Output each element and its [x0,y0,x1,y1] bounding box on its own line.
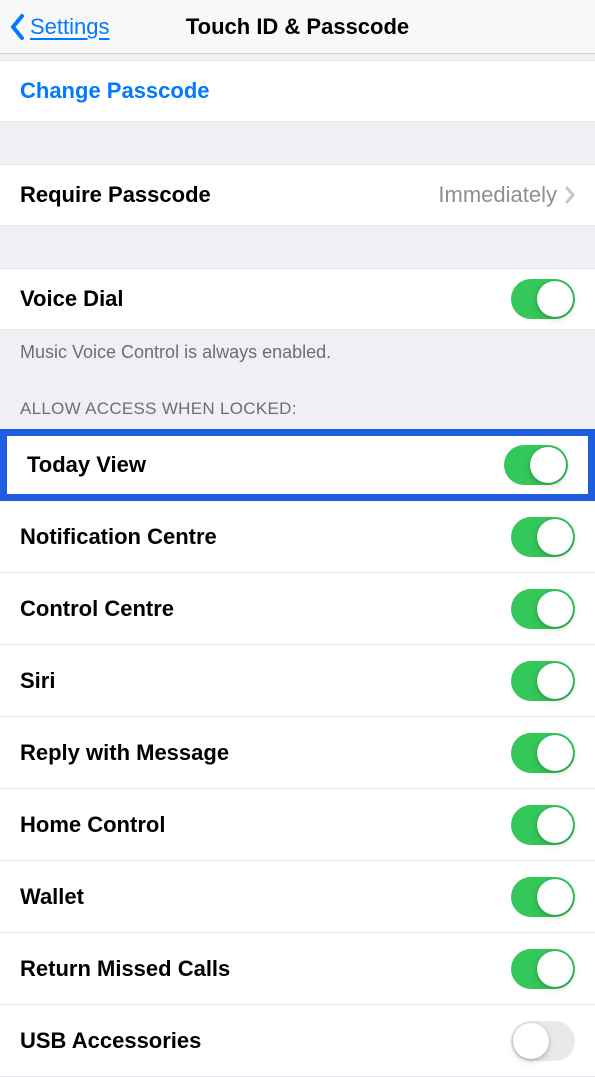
siri-toggle[interactable] [511,661,575,701]
voice-dial-row: Voice Dial [0,268,595,330]
return-missed-calls-label: Return Missed Calls [20,956,230,982]
home-control-row: Home Control [0,789,595,861]
back-button[interactable]: Settings [0,14,110,40]
control-centre-toggle[interactable] [511,589,575,629]
require-passcode-value-text: Immediately [438,182,557,208]
siri-label: Siri [20,668,55,694]
return-missed-calls-row: Return Missed Calls [0,933,595,1005]
require-passcode-row[interactable]: Require Passcode Immediately [0,164,595,226]
today-view-toggle[interactable] [504,445,568,485]
back-label: Settings [30,14,110,40]
allow-access-list: Today View Notification Centre Control C… [0,429,595,1077]
notification-centre-toggle[interactable] [511,517,575,557]
reply-message-row: Reply with Message [0,717,595,789]
today-view-label: Today View [27,452,146,478]
siri-row: Siri [0,645,595,717]
wallet-label: Wallet [20,884,84,910]
require-passcode-value: Immediately [438,182,575,208]
chevron-right-icon [565,186,575,204]
voice-dial-toggle[interactable] [511,279,575,319]
navbar: Settings Touch ID & Passcode [0,0,595,54]
usb-accessories-row: USB Accessories [0,1005,595,1077]
today-view-row: Today View [0,429,595,501]
usb-accessories-toggle[interactable] [511,1021,575,1061]
return-missed-calls-toggle[interactable] [511,949,575,989]
home-control-toggle[interactable] [511,805,575,845]
control-centre-label: Control Centre [20,596,174,622]
control-centre-row: Control Centre [0,573,595,645]
notification-centre-label: Notification Centre [20,524,217,550]
notification-centre-row: Notification Centre [0,501,595,573]
voice-dial-label: Voice Dial [20,286,124,312]
require-passcode-label: Require Passcode [20,182,211,208]
home-control-label: Home Control [20,812,165,838]
usb-accessories-label: USB Accessories [20,1028,201,1054]
reply-message-toggle[interactable] [511,733,575,773]
wallet-row: Wallet [0,861,595,933]
allow-access-header: ALLOW ACCESS WHEN LOCKED: [0,363,595,429]
change-passcode-label: Change Passcode [20,78,210,104]
page-title: Touch ID & Passcode [186,14,409,40]
chevron-left-icon [10,14,26,40]
voice-dial-note: Music Voice Control is always enabled. [0,330,595,363]
change-passcode-row[interactable]: Change Passcode [0,60,595,122]
wallet-toggle[interactable] [511,877,575,917]
reply-message-label: Reply with Message [20,740,229,766]
